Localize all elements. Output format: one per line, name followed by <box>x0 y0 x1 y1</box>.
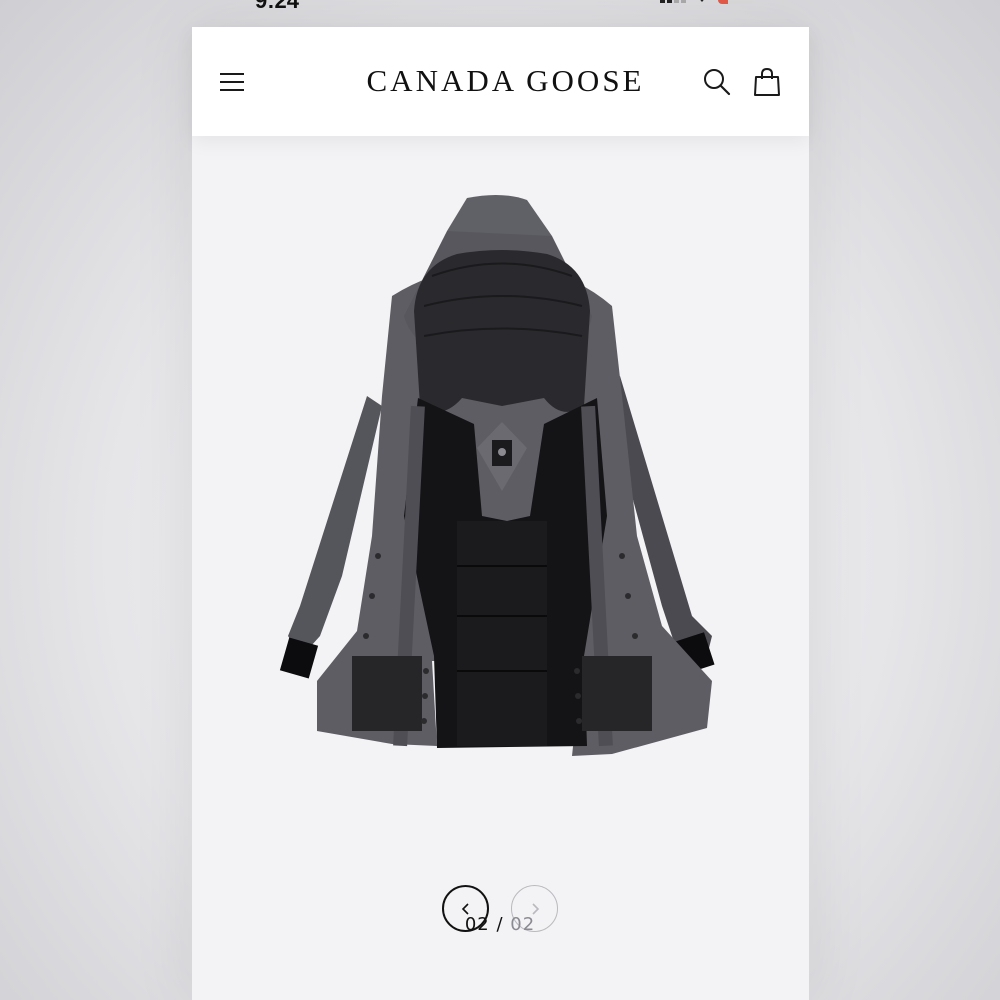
status-icons <box>660 0 754 4</box>
status-time: 9:24 <box>255 0 300 13</box>
search-icon[interactable] <box>702 67 732 97</box>
battery-icon <box>718 0 754 4</box>
product-image[interactable] <box>192 136 809 876</box>
shopping-bag-icon[interactable] <box>753 67 781 97</box>
status-bar: 9:24 <box>0 0 1000 13</box>
site-header: CANADA GOOSE <box>192 27 809 136</box>
pager-separator: / <box>496 914 504 935</box>
app-window: CANADA GOOSE <box>192 27 809 1000</box>
pager-total: 02 <box>510 914 536 935</box>
pager-current: 02 <box>464 914 490 935</box>
image-pager: 02 / 02 <box>0 914 1000 935</box>
signal-icon <box>660 0 686 3</box>
wifi-icon <box>700 0 704 2</box>
